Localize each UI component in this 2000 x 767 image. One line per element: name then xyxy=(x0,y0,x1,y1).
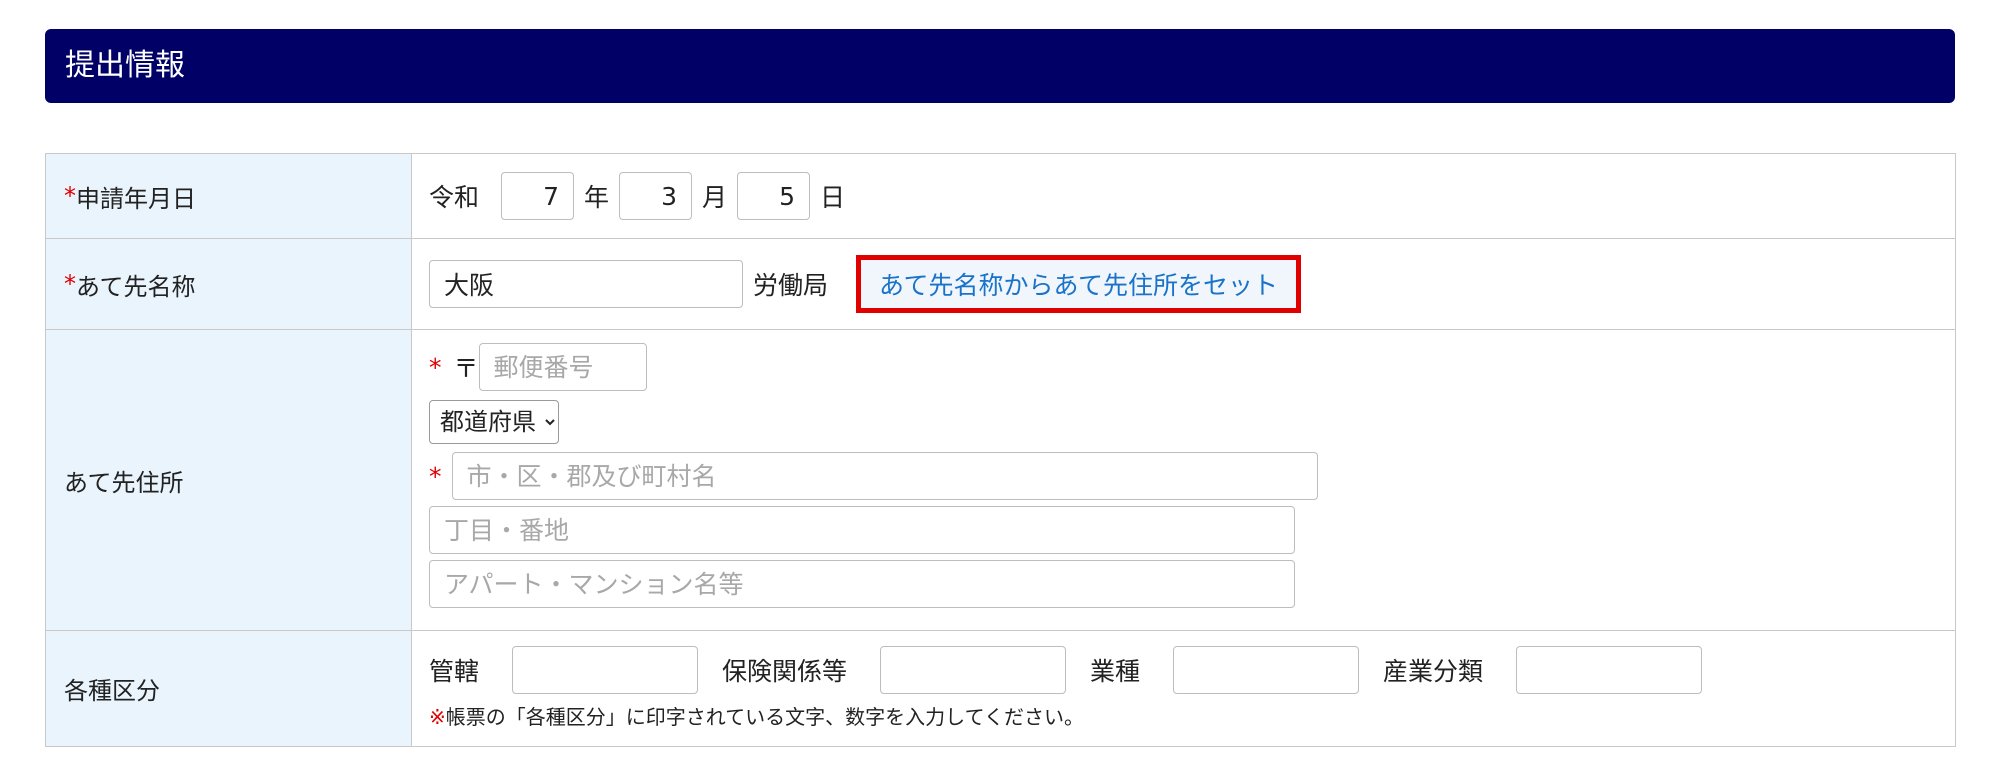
label-text: 各種区分 xyxy=(64,677,160,705)
required-mark: * xyxy=(429,461,442,491)
year-unit: 年 xyxy=(584,183,610,212)
label-recipient-name: * あて先名称 xyxy=(46,239,412,329)
postal-code-input[interactable] xyxy=(478,343,647,391)
row-recipient-name: *あて先名称 労働局 あて先名称からあて先住所をセット xyxy=(46,239,1955,330)
prefecture-select[interactable]: 都道府県 xyxy=(429,400,559,444)
section-header: 提出情報 xyxy=(45,29,1955,103)
label-text: あて先名称 xyxy=(76,272,196,301)
classification-note: ※帳票の「各種区分」に印字されている文字、数字を入力してください。 xyxy=(429,701,1084,730)
industry-type-label: 業種 xyxy=(1090,657,1141,686)
recipient-name-input[interactable] xyxy=(429,260,743,308)
label-text: 申請年月日 xyxy=(76,184,196,213)
month-input[interactable] xyxy=(619,172,693,220)
label-application-date: * 申請年月日 xyxy=(46,154,412,238)
industry-class-label: 産業分類 xyxy=(1383,657,1484,686)
required-mark: * xyxy=(429,352,442,382)
set-address-from-name-button[interactable]: あて先名称からあて先住所をセット xyxy=(856,255,1302,313)
section-title: 提出情報 xyxy=(65,48,185,83)
day-input[interactable] xyxy=(737,172,811,220)
jurisdiction-label: 管轄 xyxy=(429,657,480,686)
day-unit: 日 xyxy=(820,183,846,212)
row-application-date: *申請年月日 令和 年 月 日 xyxy=(46,154,1955,239)
label-recipient-address: あて先住所 xyxy=(46,330,412,630)
required-mark: * xyxy=(64,182,76,210)
era-label: 令和 xyxy=(429,183,480,212)
insurance-relation-input[interactable] xyxy=(880,646,1067,694)
building-input[interactable] xyxy=(429,560,1295,608)
label-text: あて先住所 xyxy=(64,468,184,497)
city-input[interactable] xyxy=(451,452,1318,500)
submission-form-table: *申請年月日 令和 年 月 日 *あて先名称 労働局 あて先名称からあて先住所を… xyxy=(45,153,1956,747)
year-input[interactable] xyxy=(501,172,575,220)
street-input[interactable] xyxy=(429,506,1295,554)
jurisdiction-input[interactable] xyxy=(512,646,699,694)
note-mark-icon: ※ xyxy=(429,705,446,729)
postal-mark-icon: 〒 xyxy=(453,354,479,383)
label-classification: 各種区分 xyxy=(46,631,412,746)
row-recipient-address: あて先住所 * 〒 都道府県 * xyxy=(46,330,1955,631)
month-unit: 月 xyxy=(702,183,728,212)
industry-class-input[interactable] xyxy=(1516,646,1703,694)
insurance-relation-label: 保険関係等 xyxy=(722,657,848,686)
required-mark: * xyxy=(64,270,76,298)
row-classification: 各種区分 管轄 保険関係等 業種 産業分類 ※帳票の「各種区分」に印字されている… xyxy=(46,631,1955,746)
note-text: 帳票の「各種区分」に印字されている文字、数字を入力してください。 xyxy=(445,705,1084,729)
industry-type-input[interactable] xyxy=(1173,646,1360,694)
recipient-suffix: 労働局 xyxy=(753,271,829,300)
